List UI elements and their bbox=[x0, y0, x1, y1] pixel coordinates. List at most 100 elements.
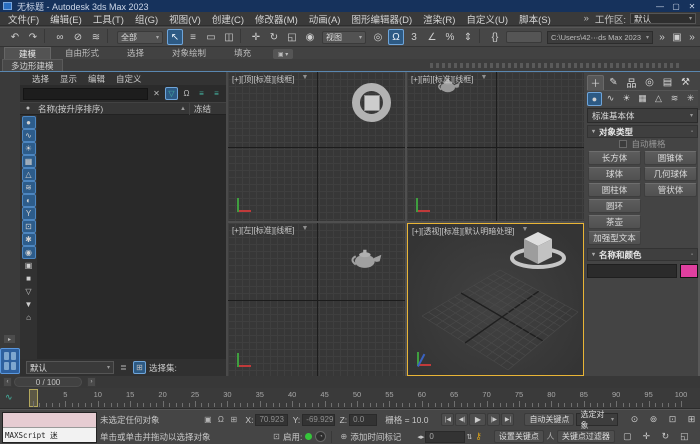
show-containers-icon[interactable]: ⊡ bbox=[21, 220, 36, 233]
geometry-icon[interactable]: ● bbox=[587, 91, 602, 106]
viewport-label-token[interactable]: [+] bbox=[232, 75, 241, 84]
freeze-column-header[interactable]: 冻结 bbox=[190, 103, 226, 115]
shapes-icon[interactable]: ∿ bbox=[603, 92, 618, 106]
object-color-swatch[interactable] bbox=[680, 264, 698, 278]
clock-icon[interactable]: ◔ bbox=[315, 431, 327, 442]
search-input[interactable] bbox=[23, 87, 148, 100]
snap-toggle-icon[interactable]: Ω bbox=[388, 29, 404, 45]
viewport-label[interactable]: [+][前][标准][线框] ▼ bbox=[411, 74, 487, 85]
viewport-label-token[interactable]: [+] bbox=[411, 75, 420, 84]
project-folder-dropdown[interactable]: C:\Users\42⋯ds Max 2023 ▾ bbox=[547, 30, 653, 44]
primitive-category-dropdown[interactable]: 标准基本体 ▾ bbox=[587, 108, 698, 123]
window-crossing-icon[interactable]: ◫ bbox=[221, 29, 237, 45]
show-frozen-icon[interactable]: ▣ bbox=[22, 259, 36, 272]
viewport-label-token[interactable]: [线框] bbox=[274, 75, 294, 84]
per-view-filter-icon[interactable]: ▼ bbox=[301, 225, 308, 236]
selection-lock-icon[interactable]: Ω bbox=[214, 413, 227, 426]
unlink-icon[interactable]: ⊘ bbox=[70, 29, 86, 45]
zoom-icon[interactable]: ⊙ bbox=[626, 413, 643, 427]
viewport-layout-tab-button[interactable] bbox=[0, 348, 20, 374]
snap-3d-icon[interactable]: 3 bbox=[406, 29, 422, 45]
mini-curve-editor-icon[interactable]: ∿ bbox=[5, 392, 13, 403]
folder-icon[interactable]: ⌂ bbox=[22, 311, 36, 324]
show-shapes-icon[interactable]: ∿ bbox=[21, 129, 36, 142]
zoom-all-icon[interactable]: ⊚ bbox=[645, 413, 662, 427]
next-frame-arrow[interactable]: › bbox=[87, 377, 96, 387]
separator[interactable] bbox=[240, 29, 245, 43]
primitive-button[interactable]: 圆锥体 bbox=[644, 151, 697, 165]
show-hidden-icon[interactable]: ■ bbox=[22, 272, 36, 285]
pan-icon[interactable]: ✛ bbox=[638, 430, 655, 444]
selection-filter-dropdown[interactable]: 全部 ▾ bbox=[117, 30, 163, 44]
maxscript-macro-row[interactable] bbox=[3, 413, 96, 428]
menu-item[interactable]: 工具(T) bbox=[93, 15, 124, 26]
ribbon-tab[interactable]: 建模 bbox=[4, 47, 52, 59]
auto-key-button[interactable]: 自动关键点 bbox=[524, 413, 575, 426]
object-name-field[interactable] bbox=[587, 264, 677, 278]
polygon-modeling-tab[interactable]: 多边形建模 bbox=[2, 59, 63, 71]
scale-icon[interactable]: ◱ bbox=[284, 29, 300, 45]
x-coordinate-field[interactable]: 70.923 bbox=[255, 413, 288, 426]
viewport-left[interactable]: [+][左][标准][线框] ▼ bbox=[228, 223, 405, 376]
ribbon-panel-icon[interactable]: ▣ ▾ bbox=[273, 49, 294, 59]
menu-item[interactable]: 创建(C) bbox=[212, 15, 244, 26]
separator[interactable] bbox=[44, 29, 49, 43]
minimize-button[interactable]: — bbox=[652, 0, 668, 12]
viewport-label-token[interactable]: [+] bbox=[232, 226, 241, 235]
rect-region-icon[interactable]: ▭ bbox=[203, 29, 219, 45]
zoom-region-icon[interactable]: ▢ bbox=[619, 430, 636, 444]
next-frame-icon[interactable]: |▶ bbox=[487, 413, 501, 426]
viewport-top[interactable]: [+][顶][标准][线框] ▼ bbox=[228, 72, 405, 221]
timeline-ruler[interactable]: ∿ 5 10 15 20 25 30 35 40 45 50 55 60 65 70 75 80 85 90 95 1… bbox=[0, 388, 700, 409]
systems-icon[interactable]: ✳ bbox=[683, 92, 698, 106]
menu-item[interactable]: 渲染(R) bbox=[423, 15, 455, 26]
primitive-button[interactable]: 圆环 bbox=[588, 199, 641, 213]
viewport-label-token[interactable]: [顶] bbox=[241, 75, 253, 84]
viewport-label-token[interactable]: [标准] bbox=[442, 227, 462, 236]
explorer-menu-item[interactable]: 自定义 bbox=[116, 73, 142, 85]
placement-icon[interactable]: ◉ bbox=[302, 29, 318, 45]
primitive-button[interactable]: 茶壶 bbox=[588, 215, 641, 229]
explorer-preset-dropdown[interactable]: 默认 ▾ bbox=[26, 361, 114, 374]
select-link-icon[interactable]: ∞ bbox=[52, 29, 68, 45]
viewport-label-token[interactable]: [前] bbox=[420, 75, 432, 84]
viewport-label-token[interactable]: [标准] bbox=[254, 226, 274, 235]
primitive-button[interactable]: 几何球体 bbox=[644, 167, 697, 181]
rotate-icon[interactable]: ↻ bbox=[266, 29, 282, 45]
y-coordinate-field[interactable]: -69.929 bbox=[302, 413, 335, 426]
ribbon-tab[interactable]: 对象绘制 bbox=[158, 47, 220, 59]
show-lights-icon[interactable]: ☀ bbox=[21, 142, 36, 155]
angle-snap-icon[interactable]: ∠ bbox=[424, 29, 440, 45]
menu-overflow-icon[interactable]: » bbox=[584, 13, 589, 24]
spinner-updown-icon[interactable]: ⇅ bbox=[466, 433, 472, 441]
menu-item[interactable]: 动画(A) bbox=[309, 15, 341, 26]
named-selection-field[interactable] bbox=[506, 31, 542, 43]
filter-type-icon[interactable]: ▼ bbox=[22, 298, 36, 311]
lock-icon[interactable]: Ω bbox=[180, 87, 193, 100]
pivot-center-icon[interactable]: ◎ bbox=[370, 29, 386, 45]
primitive-button[interactable]: 管状体 bbox=[644, 183, 697, 197]
flyout-arrow-icon[interactable]: ▸ bbox=[3, 334, 16, 344]
modify-tab[interactable]: ✎ bbox=[605, 75, 622, 90]
key-icon[interactable]: ⚷ bbox=[475, 431, 482, 442]
name-color-rollout[interactable]: ▾ 名称和颜色 ▪ bbox=[587, 248, 698, 261]
create-tab[interactable]: ＋ bbox=[587, 74, 604, 90]
explorer-menu-item[interactable]: 显示 bbox=[60, 73, 77, 85]
primitive-button[interactable]: 球体 bbox=[588, 167, 641, 181]
menu-item[interactable]: 编辑(E) bbox=[50, 15, 82, 26]
undo-icon[interactable]: ↶ bbox=[7, 29, 23, 45]
menu-item[interactable]: 文件(F) bbox=[8, 15, 39, 26]
autogrid-checkbox[interactable] bbox=[619, 140, 628, 148]
maxscript-listener-row[interactable]: MAXScript 迷 bbox=[3, 428, 96, 442]
redo-icon[interactable]: ↷ bbox=[25, 29, 41, 45]
show-spacewarps-icon[interactable]: ≋ bbox=[21, 181, 36, 194]
list-view-icon[interactable]: ≣ bbox=[117, 361, 130, 374]
explorer-list[interactable]: ● ∿ ☀ ▦ △ ≋ ◐ Y ⊡ ✱ ◉ ▣ ■ ▽ ▼ ⌂ bbox=[20, 115, 226, 359]
show-visibility-icon[interactable]: ◉ bbox=[21, 246, 36, 259]
ribbon-tab[interactable]: 选择 bbox=[113, 47, 158, 59]
ribbon-tab[interactable]: 填充 bbox=[220, 47, 265, 59]
ribbon-tab[interactable]: 自由形式 bbox=[51, 47, 113, 59]
per-view-filter-icon[interactable]: ▼ bbox=[480, 74, 487, 85]
viewport-label-token[interactable]: [标准] bbox=[433, 75, 453, 84]
maximize-viewport-icon[interactable]: ◱ bbox=[676, 430, 693, 444]
